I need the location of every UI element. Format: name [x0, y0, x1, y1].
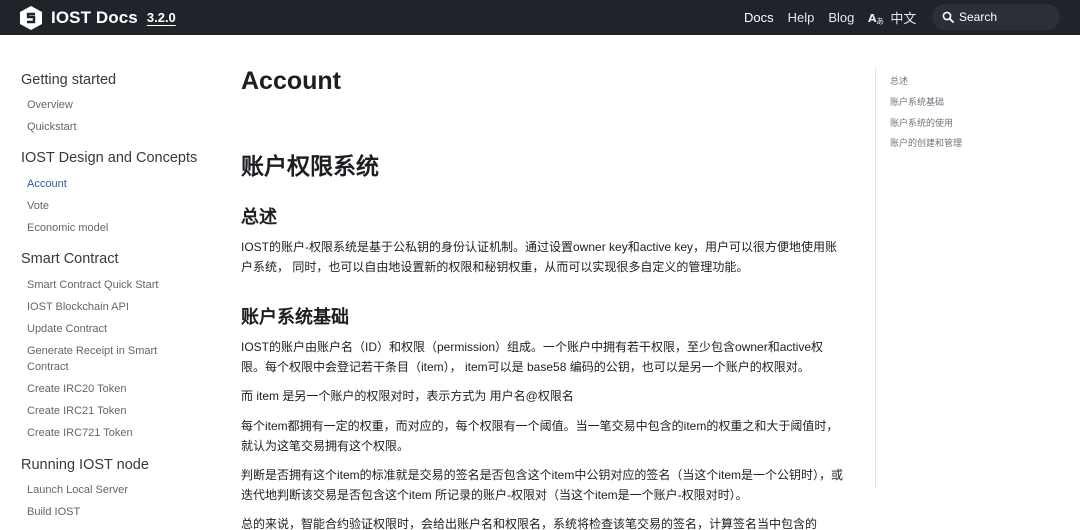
paragraph-basics-3: 每个item都拥有一定的权重，而对应的，每个权限有一个阈值。当一笔交易中包含的i…	[241, 419, 839, 453]
toc-item-account-usage[interactable]: 账户系统的使用	[890, 116, 953, 129]
paragraph-overview: IOST的账户-权限系统是基于公私钥的身份认证机制。通过设置owner key和…	[241, 240, 838, 274]
sidebar-heading-design-concepts[interactable]: IOST Design and Concepts	[21, 150, 197, 166]
table-of-contents: 总述 账户系统基础 账户系统的使用 账户的创建和管理	[875, 68, 1055, 488]
version-link[interactable]: 3.2.0	[147, 10, 176, 25]
sidebar-item-create-irc721[interactable]: Create IRC721 Token	[27, 425, 187, 441]
translate-icon: A あ	[868, 12, 884, 25]
sidebar-item-vote[interactable]: Vote	[27, 198, 187, 214]
nav-links: Docs Help Blog A あ 中文	[744, 0, 916, 35]
sidebar-item-create-irc21[interactable]: Create IRC21 Token	[27, 403, 187, 419]
sidebar-heading-smart-contract[interactable]: Smart Contract	[21, 251, 119, 267]
toc-item-account-basics[interactable]: 账户系统基础	[890, 95, 944, 108]
sidebar-item-quickstart[interactable]: Quickstart	[27, 119, 187, 135]
search-box[interactable]	[932, 4, 1060, 30]
iost-logo-icon	[20, 5, 42, 30]
site-title[interactable]: IOST Docs	[51, 8, 138, 28]
top-navbar: IOST Docs 3.2.0 Docs Help Blog A あ 中文	[0, 0, 1080, 35]
paragraph-basics-1: IOST的账户由账户名（ID）和权限（permission）组成。一个账户中拥有…	[241, 340, 824, 374]
sidebar-heading-getting-started[interactable]: Getting started	[21, 72, 116, 88]
language-label: 中文	[890, 11, 917, 26]
sidebar-item-blockchain-api[interactable]: IOST Blockchain API	[27, 299, 187, 315]
paragraph-basics-4: 判断是否拥有这个item的标准就是交易的签名是否包含这个item中公钥对应的签名…	[241, 468, 844, 502]
sidebar-item-smart-contract-quick-start[interactable]: Smart Contract Quick Start	[27, 277, 187, 293]
heading-account-permission-system: 账户权限系统	[241, 153, 379, 179]
search-icon	[942, 11, 954, 23]
sidebar-item-launch-local-server[interactable]: Launch Local Server	[27, 482, 187, 498]
sidebar-item-generate-receipt[interactable]: Generate Receipt in Smart Contract	[27, 343, 187, 375]
heading-account-basics: 账户系统基础	[241, 307, 349, 327]
nav-blog-link[interactable]: Blog	[828, 10, 854, 25]
paragraph-basics-2: 而 item 是另一个账户的权限对时，表示方式为 用户名@权限名	[241, 389, 574, 403]
sidebar-item-update-contract[interactable]: Update Contract	[27, 321, 187, 337]
nav-help-link[interactable]: Help	[788, 10, 815, 25]
svg-text:あ: あ	[876, 17, 884, 25]
sidebar-item-build-iost[interactable]: Build IOST	[27, 504, 187, 520]
sidebar-heading-running-node[interactable]: Running IOST node	[21, 457, 149, 473]
sidebar-item-overview[interactable]: Overview	[27, 97, 187, 113]
sidebar-item-account[interactable]: Account	[27, 176, 187, 192]
brand[interactable]: IOST Docs 3.2.0	[20, 4, 176, 31]
page-title: Account	[241, 67, 341, 95]
paragraph-basics-5: 总的来说，智能合约验证权限时，会给出账户名和权限名，系统将检查该笔交易的签名，计…	[241, 517, 818, 530]
sidebar-item-economic-model[interactable]: Economic model	[27, 220, 187, 236]
search-input[interactable]	[959, 10, 1054, 24]
toc-item-overview[interactable]: 总述	[890, 74, 908, 87]
nav-docs-link[interactable]: Docs	[744, 10, 774, 25]
toc-item-account-creation[interactable]: 账户的创建和管理	[890, 136, 962, 149]
heading-overview: 总述	[241, 207, 277, 227]
language-switcher[interactable]: A あ 中文	[868, 8, 916, 27]
sidebar-item-create-irc20[interactable]: Create IRC20 Token	[27, 381, 187, 397]
